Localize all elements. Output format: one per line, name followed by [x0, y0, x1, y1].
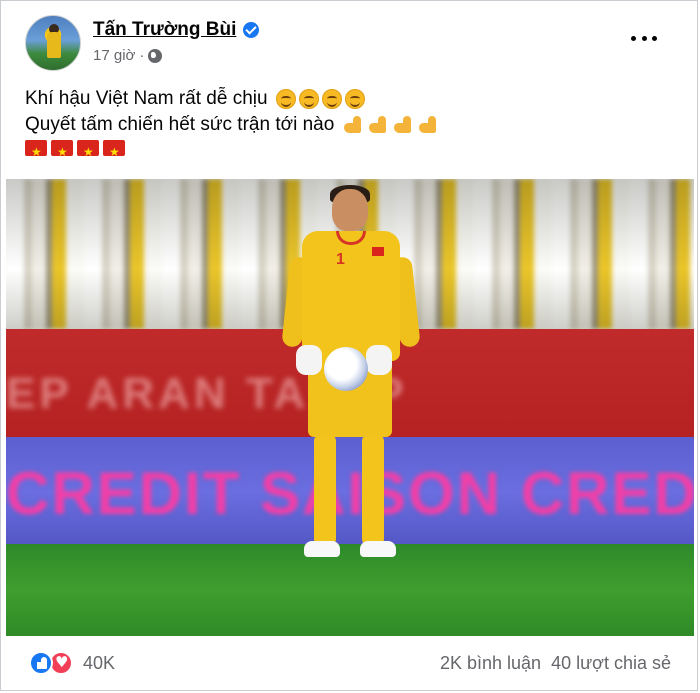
keeper-head	[332, 189, 368, 231]
keeper-glove-right	[366, 345, 392, 375]
post-time[interactable]: 17 giờ	[93, 47, 135, 64]
stats-gap	[541, 653, 551, 674]
meta-separator: ·	[139, 47, 145, 64]
keeper-leg-left	[314, 435, 336, 545]
football	[324, 347, 368, 391]
vietnam-flag-icon	[51, 139, 73, 165]
like-reaction-icon	[29, 651, 53, 675]
vietnam-flag-icon	[103, 139, 125, 165]
vietnam-flag-icon	[77, 139, 99, 165]
verified-badge-icon	[243, 22, 260, 38]
post-text-line-1: Khí hậu Việt Nam rất dễ chịu	[25, 86, 442, 112]
reactions-summary[interactable]: 40K	[29, 651, 115, 675]
avatar-player	[47, 32, 61, 58]
author-name[interactable]: Tấn Trường Bùi	[93, 19, 236, 41]
flexed-biceps-icon	[392, 115, 413, 135]
goalkeeper-figure: 1	[276, 185, 426, 567]
keeper-leg-right	[362, 435, 384, 545]
keeper-glove-left	[296, 345, 322, 375]
vietnam-flag-icon	[25, 139, 47, 165]
post-text-line-2: Quyết tấm chiến hết sức trận tới nào	[25, 112, 442, 138]
keeper-shoe-right	[360, 541, 396, 557]
smiling-face-icon	[298, 89, 319, 109]
smiling-face-icon	[344, 89, 365, 109]
post-text-line-1-text: Khí hậu Việt Nam rất dễ chịu	[25, 88, 268, 109]
flexed-biceps-icon	[342, 115, 363, 135]
share-count-link[interactable]: 40 lượt chia sẻ	[551, 653, 671, 674]
smiling-face-icon	[275, 89, 296, 109]
dot	[641, 35, 647, 41]
jersey-flag-badge	[372, 247, 384, 256]
jersey-number: 1	[336, 251, 345, 268]
flexed-biceps-icon-group	[342, 115, 442, 135]
post-text-line-2-text: Quyết tấm chiến hết sức trận tới nào	[25, 114, 335, 135]
post-photo[interactable]: EP ARAN TA AIP CREDIT SAISON CREDIT SAIS…	[6, 179, 694, 636]
globe-icon[interactable]	[148, 48, 163, 63]
vietnam-flag-icon-group	[25, 139, 442, 165]
flexed-biceps-icon	[417, 115, 438, 135]
keeper-jersey	[302, 231, 400, 361]
engagement-stats: 2K bình luận 40 lượt chia sẻ	[440, 653, 671, 674]
post-meta: 17 giờ ·	[93, 47, 163, 64]
dot	[652, 35, 657, 41]
dot	[631, 35, 636, 41]
post-text: Khí hậu Việt Nam rất dễ chịu Quyết tấm c…	[25, 86, 442, 165]
reaction-count: 40K	[83, 652, 116, 673]
comment-count-link[interactable]: 2K bình luận	[440, 653, 541, 674]
post-card: Tấn Trường Bùi 17 giờ · Khí hậu Việt Nam…	[0, 0, 698, 691]
smiling-face-icon	[321, 89, 342, 109]
post-footer: 40K 2K bình luận 40 lượt chia sẻ	[1, 641, 699, 691]
flexed-biceps-icon	[367, 115, 388, 135]
smiling-face-icon-group	[275, 89, 368, 109]
author-name-row: Tấn Trường Bùi	[93, 19, 260, 41]
keeper-shoe-left	[304, 541, 340, 557]
author-avatar[interactable]	[25, 15, 81, 71]
more-options-icon[interactable]	[631, 33, 657, 43]
